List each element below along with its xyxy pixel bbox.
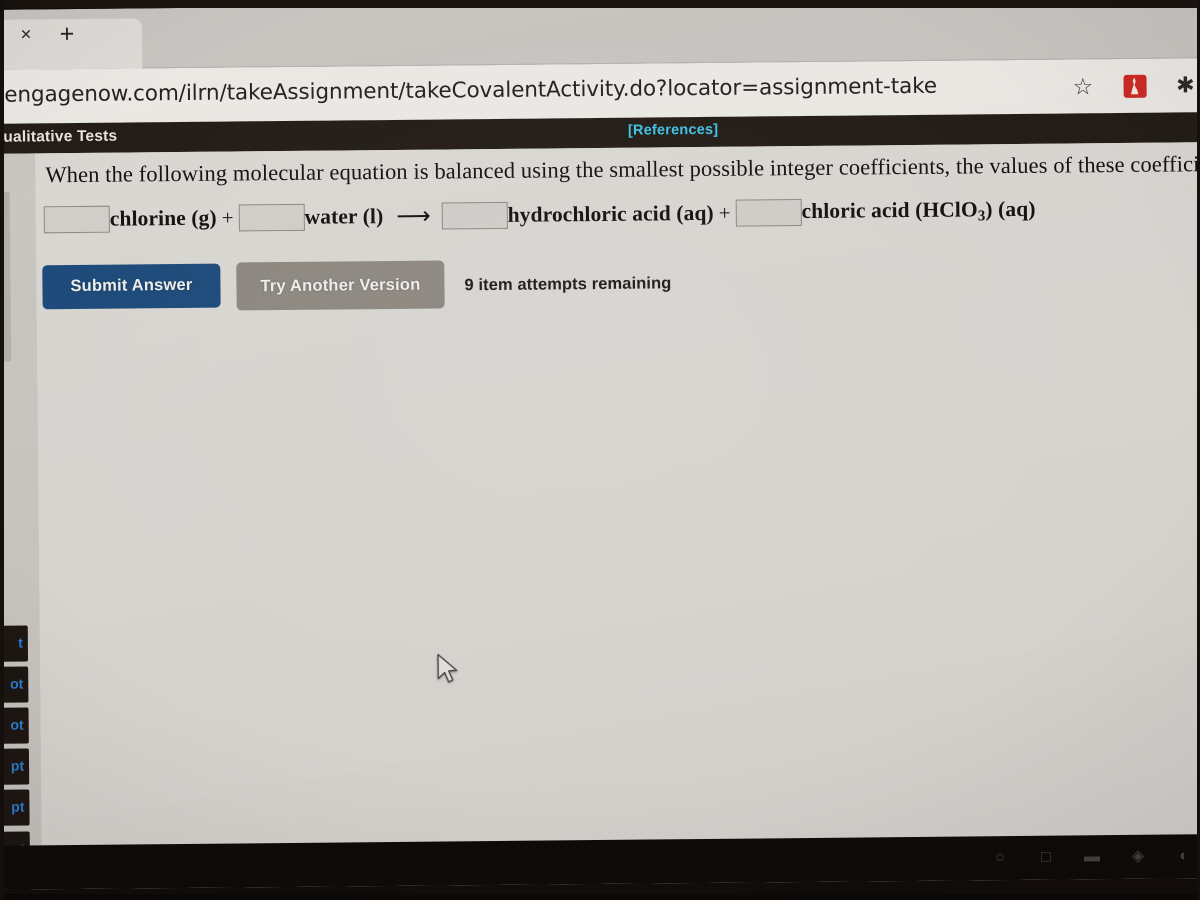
- sidebar-item-label: pt: [10, 757, 25, 774]
- search-icon[interactable]: ○: [990, 848, 1010, 868]
- balancing-equation: chlorine (g) + water (l) ⟶ hydrochloric …: [43, 196, 1036, 235]
- sidebar-item-0[interactable]: t: [0, 625, 29, 663]
- sidebar-item-label: t: [18, 634, 23, 651]
- monitor-bezel-bottom: [0, 894, 1200, 900]
- browser-icon[interactable]: ◈: [1128, 847, 1148, 867]
- sidebar-item-1[interactable]: ot: [0, 666, 29, 704]
- species-formula-pre: (HClO: [915, 196, 978, 222]
- sidebar-item-label: ot: [10, 716, 24, 733]
- coefficient-input-hydrochloric-acid[interactable]: [441, 201, 508, 230]
- bookmark-star-icon[interactable]: ☆: [1072, 73, 1093, 99]
- species-label-water: water (l): [304, 204, 383, 230]
- monitor-bezel-top: [0, 0, 1200, 8]
- app-icon[interactable]: ◐: [1174, 846, 1194, 866]
- species-name: chlorine: [109, 205, 186, 231]
- species-name: hydrochloric acid: [507, 201, 671, 227]
- extensions-puzzle-icon[interactable]: ✱: [1176, 72, 1195, 97]
- assignment-content: When the following molecular equation is…: [35, 142, 1200, 890]
- sidebar-item-3[interactable]: pt: [0, 748, 30, 786]
- page-viewport: Qualitative Tests [References] t ot ot p…: [0, 112, 1200, 890]
- action-button-row: Submit Answer Try Another Version 9 item…: [42, 255, 672, 312]
- plus-sign-2: +: [718, 200, 731, 225]
- coefficient-input-water[interactable]: [238, 203, 305, 232]
- sidebar-item-2[interactable]: ot: [0, 707, 29, 745]
- browser-window: × + cengagenow.com/ilrn/takeAssignment/t…: [0, 0, 1200, 890]
- species-label-chlorine: chlorine (g): [110, 206, 217, 232]
- species-name: chloric acid: [801, 197, 910, 223]
- species-name: water: [304, 204, 358, 229]
- species-label-chloric-acid: chloric acid (HClO3) (aq): [801, 196, 1035, 226]
- attempts-remaining-text: 9 item attempts remaining: [464, 274, 672, 295]
- species-state: (l): [362, 204, 384, 229]
- page-title: Qualitative Tests: [0, 127, 118, 146]
- monitor-photo: × + cengagenow.com/ilrn/takeAssignment/t…: [0, 0, 1200, 900]
- monitor-bezel-left: [0, 0, 4, 900]
- species-state: (aq): [676, 200, 714, 226]
- species-label-hydrochloric-acid: hydrochloric acid (aq): [508, 201, 714, 228]
- plus-sign-1: +: [221, 205, 234, 230]
- references-link[interactable]: [References]: [628, 122, 718, 139]
- try-another-version-button[interactable]: Try Another Version: [236, 260, 445, 311]
- omnibox-actions: ☆ ✱: [1072, 58, 1195, 113]
- sidebar-item-label: ot: [9, 675, 24, 692]
- sidebar-item-label: pt: [11, 798, 25, 815]
- coefficient-input-chlorine[interactable]: [43, 205, 110, 234]
- tab-close-icon[interactable]: ×: [14, 23, 38, 47]
- pdf-extension-icon[interactable]: [1123, 74, 1147, 98]
- species-state: (aq): [997, 196, 1036, 221]
- address-bar-url[interactable]: cengagenow.com/ilrn/takeAssignment/takeC…: [0, 74, 937, 108]
- question-prompt: When the following molecular equation is…: [45, 150, 1200, 188]
- folder-icon[interactable]: ▬: [1082, 847, 1102, 867]
- species-state: (g): [191, 205, 217, 230]
- sidebar-item-4[interactable]: pt: [0, 789, 30, 827]
- coefficient-input-chloric-acid[interactable]: [735, 199, 802, 227]
- species-formula-subscript: 3: [977, 207, 986, 224]
- taskview-icon[interactable]: □: [1036, 848, 1056, 868]
- new-tab-icon[interactable]: +: [54, 20, 80, 48]
- species-formula-post: ): [985, 196, 993, 221]
- submit-answer-button[interactable]: Submit Answer: [42, 263, 221, 309]
- reaction-arrow-icon: ⟶: [396, 203, 429, 230]
